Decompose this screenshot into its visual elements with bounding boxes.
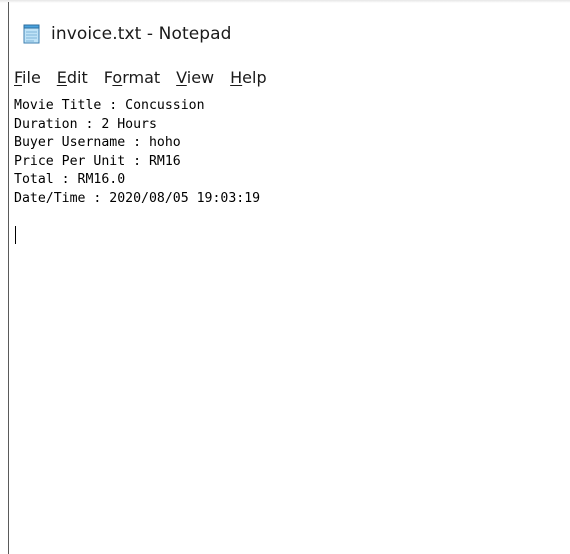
- menu-help-label: elp: [242, 67, 267, 87]
- menu-view-accel: V: [176, 67, 187, 87]
- menu-format-accel: o: [112, 67, 123, 87]
- menu-format-label: rmat: [122, 67, 161, 87]
- menu-help-accel: H: [230, 67, 243, 87]
- menu-edit-label: dit: [66, 67, 88, 87]
- document-line: Date/Time : 2020/08/05 19:03:19: [14, 190, 261, 206]
- document-line: Price Per Unit : RM16: [14, 153, 181, 169]
- window-title: invoice.txt - Notepad: [51, 24, 232, 44]
- title-bar[interactable]: invoice.txt - Notepad: [9, 14, 570, 54]
- document-line: Movie Title : Concussion: [14, 98, 205, 113]
- menu-format[interactable]: Format: [96, 68, 168, 87]
- text-editor-area[interactable]: Movie Title : Concussion Duration : 2 Ho…: [9, 93, 570, 554]
- document-line: Buyer Username : hoho: [14, 135, 181, 150]
- menu-help[interactable]: Help: [222, 68, 274, 87]
- menu-edit-accel: E: [56, 67, 67, 87]
- notepad-window: invoice.txt - Notepad File Edit Format V…: [0, 0, 570, 554]
- menu-view-label: iew: [186, 67, 215, 87]
- text-caret: [15, 226, 16, 244]
- window-top-edge: [0, 0, 570, 3]
- menu-edit[interactable]: Edit: [49, 68, 96, 87]
- menu-file-accel: F: [14, 67, 23, 87]
- menu-view[interactable]: View: [168, 68, 222, 87]
- document-line: Total : RM16.0: [14, 172, 126, 187]
- menu-file-label: ile: [22, 67, 41, 87]
- menu-file[interactable]: File: [9, 68, 49, 87]
- document-text: Movie Title : Concussion Duration : 2 Ho…: [14, 97, 260, 208]
- notepad-icon: [21, 23, 43, 45]
- document-line: Duration : 2 Hours: [14, 116, 157, 132]
- menu-bar: File Edit Format View Help: [9, 66, 570, 88]
